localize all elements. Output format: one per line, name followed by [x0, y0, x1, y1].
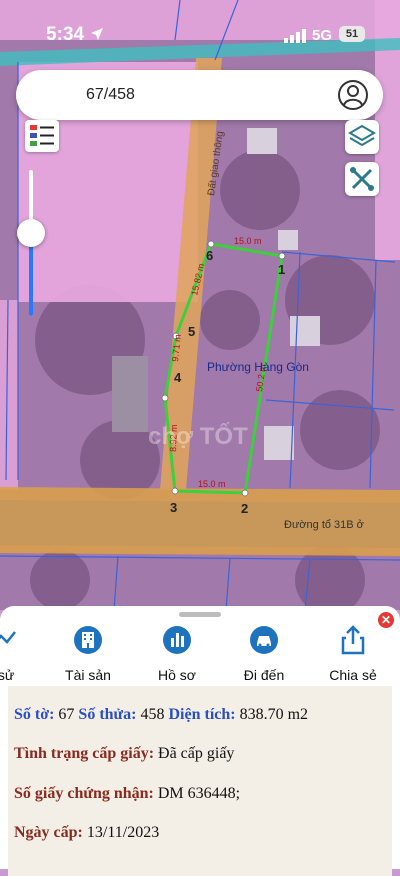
- action-navigate-button[interactable]: Đi đến: [224, 624, 304, 683]
- vertex-label: 4: [174, 370, 182, 385]
- vertex-label: 5: [188, 324, 195, 339]
- action-label: Tài sản: [65, 667, 111, 683]
- parcel-id-row: Số tờ: 67 Số thửa: 458 Diện tích: 838.70…: [14, 706, 309, 723]
- parcel-details: Số tờ: 67 Số thửa: 458 Diện tích: 838.70…: [8, 686, 392, 876]
- vertex-label: 1: [278, 262, 285, 277]
- history-icon: [0, 631, 16, 644]
- layers-icon: [348, 124, 376, 147]
- share-icon: [341, 625, 365, 655]
- signal-icon: [284, 29, 306, 43]
- sheet-grabber[interactable]: [179, 612, 221, 617]
- legend-icon: [30, 125, 54, 146]
- certificate-number-value: DM 636448;: [157, 785, 241, 802]
- search-bar[interactable]: 67/458: [16, 70, 383, 120]
- action-records-button[interactable]: Hồ sơ: [137, 624, 217, 683]
- so-thua-value: 458: [140, 706, 165, 723]
- certificate-status-value: Đã cấp giấy: [158, 745, 235, 762]
- action-label: sử: [0, 667, 15, 683]
- issue-date-value: 13/11/2023: [86, 824, 160, 841]
- status-time: 5:34: [46, 24, 85, 45]
- parcel-info-sheet: ✕ sử Tài sản Hồ sơ Đi đến Chia sẻ Số tờ:…: [0, 606, 400, 876]
- watermark: chợ TỐT: [148, 422, 248, 450]
- road-label: Đường tổ 31B ở: [284, 519, 364, 531]
- car-icon: [250, 626, 278, 654]
- network-type: 5G: [312, 27, 333, 44]
- action-label: Chia sẻ: [329, 667, 377, 683]
- status-bar: 5:34 5G 51: [0, 0, 400, 60]
- action-assets-button[interactable]: Tài sản: [48, 624, 128, 683]
- vertex-label: 2: [241, 501, 248, 516]
- edge-length-label: 15.0 m: [198, 479, 226, 489]
- edge-length-label: 15.0 m: [234, 236, 262, 246]
- opacity-slider-thumb[interactable]: [17, 219, 45, 247]
- action-label: Đi đến: [243, 667, 285, 683]
- certificate-status-row: Tình trạng cấp giấy: Đã cấp giấy: [14, 745, 235, 762]
- layers-button[interactable]: [345, 120, 379, 154]
- action-label: Hồ sơ: [158, 667, 196, 683]
- action-share-button[interactable]: Chia sẻ: [313, 624, 393, 683]
- battery-icon: 51: [339, 26, 365, 42]
- legend-button[interactable]: [25, 120, 59, 152]
- action-history-button[interactable]: sử: [0, 624, 46, 683]
- measure-tool-button[interactable]: [345, 162, 379, 196]
- location-arrow-icon: [91, 28, 103, 40]
- profile-icon[interactable]: [337, 79, 369, 111]
- ward-label: Phường Hàng Gòn: [207, 360, 309, 374]
- vertex-label: 3: [170, 500, 177, 515]
- issue-date-row: Ngày cấp: 13/11/2023: [14, 824, 160, 841]
- vertex-label: 6: [206, 248, 213, 263]
- building-icon: [74, 626, 102, 654]
- area-value: 838.70 m2: [239, 706, 309, 723]
- measure-tool-icon: [350, 167, 374, 191]
- so-to-value: 67: [58, 706, 75, 723]
- search-input[interactable]: 67/458: [86, 86, 135, 104]
- document-chart-icon: [163, 626, 191, 654]
- certificate-number-row: Số giấy chứng nhận: DM 636448;: [14, 785, 241, 802]
